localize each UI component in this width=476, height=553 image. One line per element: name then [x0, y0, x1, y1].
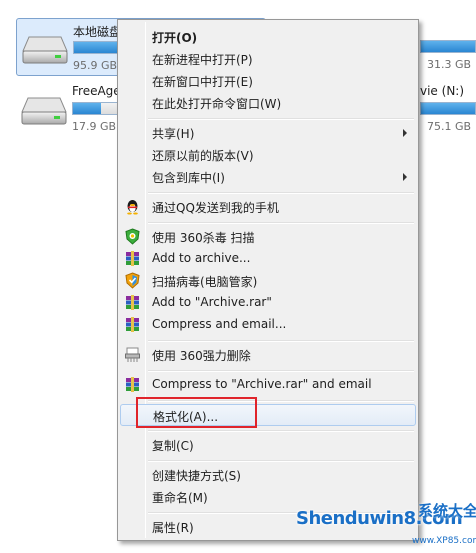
drive-usage-fill: [73, 103, 102, 114]
hard-drive-icon: [21, 97, 67, 125]
menu-item-label: 包含到库中(I): [152, 171, 225, 185]
watermark-cn-text: 系统大全: [418, 502, 476, 520]
menu-item-label: 创建快捷方式(S): [152, 469, 241, 483]
menu-item-label: 扫描病毒(电脑管家): [152, 275, 258, 289]
menu-item-label: Compress to "Archive.rar" and email: [152, 377, 372, 391]
winrar-books-icon: [126, 295, 139, 310]
submenu-arrow-icon: [403, 129, 407, 137]
drive-name: 本地磁盘: [73, 25, 122, 39]
menu-item-label: Compress and email...: [152, 317, 287, 331]
pc-manager-shield-icon: [125, 272, 140, 289]
drive-size-partial: 75.1 GB: [427, 120, 472, 133]
menu-item-restore-previous[interactable]: 还原以前的版本(V): [120, 144, 416, 166]
menu-item-label: Add to archive...: [152, 251, 251, 265]
menu-item-compress-email[interactable]: Compress and email...: [120, 314, 416, 336]
drive-size: 17.9 GB: [72, 120, 117, 133]
menu-separator: [148, 430, 414, 432]
winrar-books-icon: [126, 251, 139, 266]
menu-item-label: 在新进程中打开(P): [152, 53, 253, 67]
menu-item-open-cmd-here[interactable]: 在此处打开命令窗口(W): [120, 92, 416, 114]
menu-item-include-in-library[interactable]: 包含到库中(I): [120, 166, 416, 188]
menu-item-label: 复制(C): [152, 439, 194, 453]
menu-item-open[interactable]: 打开(O): [120, 26, 416, 48]
menu-item-label: 使用 360强力删除: [152, 349, 251, 363]
menu-item-label: 属性(R): [152, 521, 194, 535]
menu-separator: [148, 192, 414, 194]
site-watermark: Shenduwin8.com 系统大全 www.XP85.com: [296, 498, 476, 553]
menu-item-share[interactable]: 共享(H): [120, 122, 416, 144]
shield-360-icon: [125, 228, 140, 245]
menu-item-scan-360[interactable]: 使用 360杀毒 扫描: [120, 226, 416, 248]
menu-item-scan-pc-manager[interactable]: 扫描病毒(电脑管家): [120, 270, 416, 292]
winrar-books-icon: [126, 377, 139, 392]
menu-item-label: 共享(H): [152, 127, 195, 141]
hard-drive-icon: [22, 36, 68, 64]
shredder-icon: [125, 347, 140, 362]
menu-item-label: 在新窗口中打开(E): [152, 75, 253, 89]
menu-item-compress-rar-email[interactable]: Compress to "Archive.rar" and email: [120, 374, 416, 396]
drive-usage-bar-partial: [420, 102, 476, 115]
menu-separator: [148, 222, 414, 224]
menu-separator: [148, 460, 414, 462]
menu-item-label: 通过QQ发送到我的手机: [152, 201, 279, 215]
drive-size-partial: 31.3 GB: [427, 58, 472, 71]
drive-size: 95.9 GB: [73, 59, 118, 72]
highlight-annotation-box: [136, 397, 257, 428]
menu-item-send-qq[interactable]: 通过QQ发送到我的手机: [120, 196, 416, 218]
menu-separator: [148, 340, 414, 342]
menu-item-open-new-process[interactable]: 在新进程中打开(P): [120, 48, 416, 70]
menu-separator: [148, 370, 414, 372]
menu-item-label: 重命名(M): [152, 491, 208, 505]
drive-name: FreeAge: [72, 84, 121, 98]
menu-item-force-delete-360[interactable]: 使用 360强力删除: [120, 344, 416, 366]
drive-usage-bar-partial: [420, 40, 476, 53]
menu-item-label: Add to "Archive.rar": [152, 295, 272, 309]
qq-penguin-icon: [127, 200, 138, 215]
menu-item-label: 在此处打开命令窗口(W): [152, 97, 282, 111]
menu-item-copy[interactable]: 复制(C): [120, 434, 416, 456]
menu-item-label: 使用 360杀毒 扫描: [152, 231, 255, 245]
winrar-books-icon: [126, 317, 139, 332]
context-menu: 打开(O) 在新进程中打开(P) 在新窗口中打开(E) 在此处打开命令窗口(W)…: [117, 19, 419, 541]
submenu-arrow-icon: [403, 173, 407, 181]
menu-item-open-new-window[interactable]: 在新窗口中打开(E): [120, 70, 416, 92]
menu-item-label: 打开(O): [152, 31, 198, 45]
menu-item-add-archive-rar[interactable]: Add to "Archive.rar": [120, 292, 416, 314]
menu-item-label: 还原以前的版本(V): [152, 149, 254, 163]
menu-separator: [148, 118, 414, 120]
drive-name-partial: vie (N:): [420, 84, 465, 98]
menu-item-add-archive[interactable]: Add to archive...: [120, 248, 416, 270]
menu-item-create-shortcut[interactable]: 创建快捷方式(S): [120, 464, 416, 486]
watermark-url: www.XP85.com: [412, 536, 476, 546]
